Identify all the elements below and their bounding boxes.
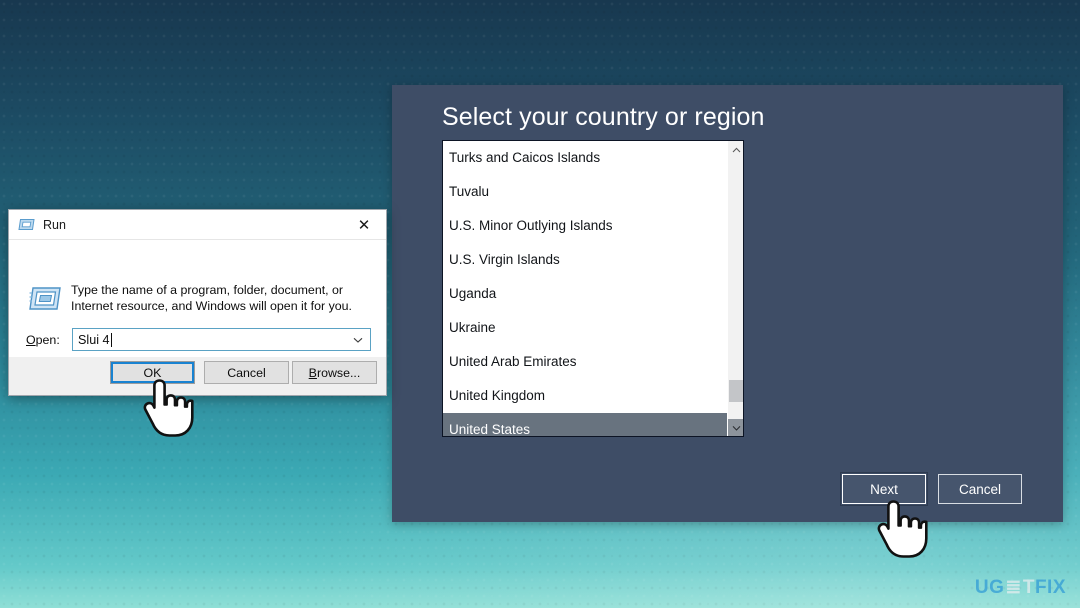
run-window-icon xyxy=(18,217,35,232)
ok-button[interactable]: OK xyxy=(110,361,195,384)
run-titlebar[interactable]: Run ✕ xyxy=(9,210,386,239)
close-icon[interactable]: ✕ xyxy=(342,210,386,239)
country-list-item[interactable]: Ukraine xyxy=(443,311,727,345)
run-dialog-title: Run xyxy=(43,217,66,232)
page-title: Select your country or region xyxy=(442,103,765,131)
chevron-down-icon[interactable] xyxy=(728,419,743,436)
run-dialog: Run ✕ Type the name of a program, folder… xyxy=(8,209,387,396)
run-dialog-description: Type the name of a program, folder, docu… xyxy=(71,283,352,313)
vertical-scrollbar[interactable] xyxy=(727,141,743,436)
chevron-down-icon[interactable] xyxy=(349,329,367,350)
country-list-item[interactable]: Turks and Caicos Islands xyxy=(443,141,727,175)
watermark-u: U xyxy=(974,576,990,598)
run-command-input[interactable]: Slui 4 xyxy=(78,333,110,347)
open-label-mnemonic: O xyxy=(26,333,36,347)
open-label-rest: pen: xyxy=(35,333,60,347)
country-list-item[interactable]: U.S. Minor Outlying Islands xyxy=(443,209,727,243)
watermark-t: T xyxy=(1022,576,1035,598)
desktop-screen: Select your country or region Turks and … xyxy=(0,0,1080,608)
country-list-item[interactable]: Uganda xyxy=(443,277,727,311)
next-button[interactable]: Next xyxy=(840,472,928,506)
site-watermark: U G ≣ T FIX xyxy=(975,576,1066,599)
browse-label-rest: rowse... xyxy=(316,365,361,380)
country-list[interactable]: Turks and Caicos Islands Tuvalu U.S. Minor… xyxy=(443,141,727,436)
cancel-button[interactable]: Cancel xyxy=(204,361,289,384)
text-caret xyxy=(110,332,112,347)
country-list-item[interactable]: U.S. Virgin Islands xyxy=(443,243,727,277)
country-listbox[interactable]: Turks and Caicos Islands Tuvalu U.S. Minor… xyxy=(442,140,744,437)
watermark-g: G xyxy=(989,576,1005,598)
browse-button[interactable]: Browse... xyxy=(292,361,377,384)
browse-label-mnemonic: B xyxy=(308,365,317,380)
open-field-label: Open: xyxy=(26,333,60,347)
watermark-fix: FIX xyxy=(1034,576,1066,598)
country-list-item[interactable]: United Arab Emirates xyxy=(443,345,727,379)
country-list-item[interactable]: Tuvalu xyxy=(443,175,727,209)
cancel-button[interactable]: Cancel xyxy=(938,474,1022,504)
country-list-item-selected[interactable]: United States xyxy=(443,413,727,436)
run-app-icon xyxy=(29,284,63,314)
run-command-combobox[interactable]: Slui 4 xyxy=(72,328,371,351)
watermark-glyph: ≣ xyxy=(1005,577,1022,598)
country-list-item[interactable]: United Kingdom xyxy=(443,379,727,413)
run-dialog-footer: OK Cancel Browse... xyxy=(9,357,386,395)
chevron-up-icon[interactable] xyxy=(728,141,743,158)
country-region-dialog: Select your country or region Turks and … xyxy=(392,85,1063,522)
run-dialog-body: Type the name of a program, folder, docu… xyxy=(9,239,386,357)
scrollbar-thumb[interactable] xyxy=(729,380,743,402)
